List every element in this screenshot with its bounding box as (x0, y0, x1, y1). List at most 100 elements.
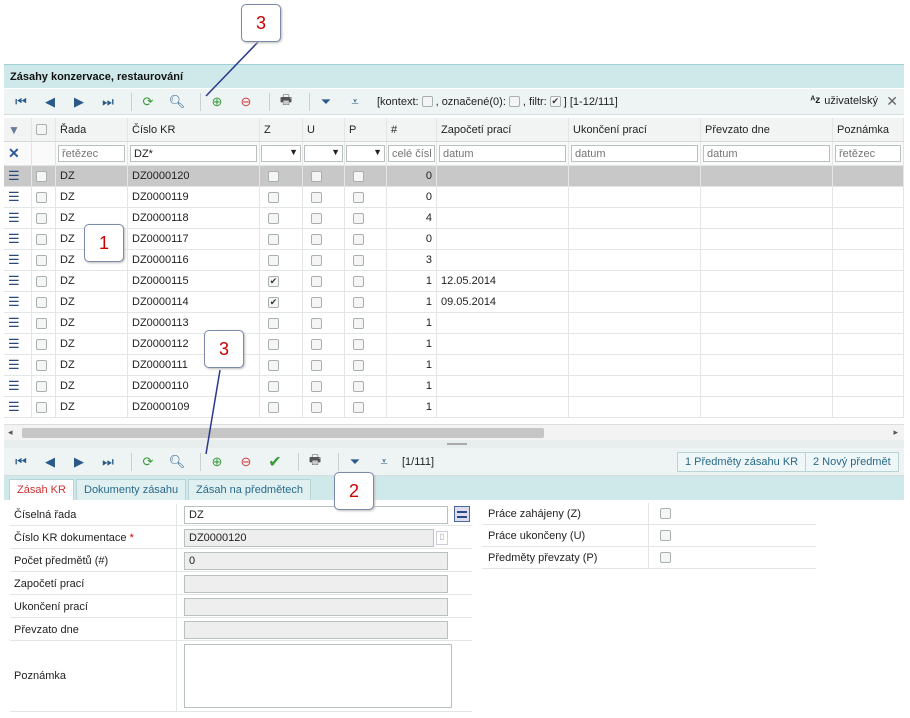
col-header-taken[interactable]: Převzato dne (701, 118, 833, 141)
filter-start-input[interactable] (439, 145, 566, 162)
last-record-icon[interactable]: ⏭ (97, 452, 119, 472)
ukonceni-field[interactable] (184, 598, 448, 616)
col-header-start[interactable]: Započetí prací (437, 118, 569, 141)
horizontal-scrollbar[interactable]: ◂ ▸ (4, 424, 904, 440)
col-header-note[interactable]: Poznámka (833, 118, 904, 141)
table-row[interactable]: ☰ DZ DZ0000112 1 (4, 334, 904, 355)
row-menu-icon[interactable]: ☰ (4, 334, 32, 354)
filter-taken-input[interactable] (703, 145, 830, 162)
first-record-icon[interactable]: ⏮ (10, 452, 32, 472)
delete-record-icon[interactable]: ⊖ (235, 92, 257, 112)
table-row[interactable]: ☰ DZ DZ0000113 1 (4, 313, 904, 334)
table-row[interactable]: ☰ DZ DZ0000116 3 (4, 250, 904, 271)
scroll-right-icon[interactable]: ▸ (893, 427, 898, 438)
row-select-checkbox[interactable] (36, 212, 47, 224)
prevzato-field[interactable] (184, 621, 448, 639)
row-menu-icon[interactable]: ☰ (4, 229, 32, 249)
table-row[interactable]: ☰ DZ DZ0000118 4 (4, 208, 904, 229)
table-row[interactable]: ☰ DZ DZ0000110 1 (4, 376, 904, 397)
select-all-checkbox[interactable] (36, 124, 47, 135)
row-select-checkbox[interactable] (36, 317, 47, 329)
filter-funnel-icon[interactable]: ▼ (4, 118, 32, 141)
new-item-button[interactable]: 2 Nový předmět (805, 452, 899, 472)
col-header-p[interactable]: P (345, 118, 387, 141)
table-row[interactable]: ☰ DZ DZ0000117 0 (4, 229, 904, 250)
pocet-field[interactable]: 0 (184, 552, 448, 570)
col-header-num[interactable]: # (387, 118, 437, 141)
row-select-checkbox[interactable] (36, 359, 47, 371)
row-menu-icon[interactable]: ☰ (4, 376, 32, 396)
cislo-kr-field[interactable]: DZ0000120 (184, 529, 434, 547)
table-row[interactable]: ☰ DZ DZ0000109 1 (4, 397, 904, 418)
zahajeny-checkbox[interactable] (660, 508, 671, 519)
marked-checkbox[interactable] (508, 96, 520, 107)
tools-icon[interactable]: ✕ (886, 93, 898, 110)
row-menu-icon[interactable]: ☰ (4, 313, 32, 333)
add-record-icon[interactable]: ⊕ (206, 92, 228, 112)
filter-z-select[interactable]: ▼ (261, 145, 301, 162)
user-sort[interactable]: ᴬz uživatelský (810, 95, 878, 107)
filter-clear-icon[interactable]: ⩡ (373, 452, 395, 472)
search-icon[interactable]: 🔍︎ (166, 452, 188, 472)
prev-record-icon[interactable]: ◀ (39, 452, 61, 472)
refresh-icon[interactable]: ⟳ (137, 452, 159, 472)
search-icon[interactable]: 🔍︎ (166, 92, 188, 112)
prev-record-icon[interactable]: ◀ (39, 92, 61, 112)
tab-dokumenty[interactable]: Dokumenty zásahu (76, 479, 187, 500)
list-picker-icon[interactable] (454, 506, 470, 522)
col-header-u[interactable]: U (303, 118, 345, 141)
filter-u-select[interactable]: ▼ (304, 145, 343, 162)
row-menu-icon[interactable]: ☰ (4, 292, 32, 312)
row-menu-icon[interactable]: ☰ (4, 355, 32, 375)
col-header-rada[interactable]: Řada (56, 118, 128, 141)
row-menu-icon[interactable]: ☰ (4, 397, 32, 417)
splitter[interactable] (4, 440, 904, 448)
filter-num-input[interactable] (388, 145, 435, 162)
table-row[interactable]: ☰ DZ DZ0000111 1 (4, 355, 904, 376)
print-icon[interactable]: 🖶 (275, 92, 297, 112)
print-icon[interactable]: 🖶 (304, 452, 326, 472)
document-icon[interactable]: ▯ (436, 531, 448, 545)
first-record-icon[interactable]: ⏮ (10, 92, 32, 112)
row-menu-icon[interactable]: ☰ (4, 250, 32, 270)
next-record-icon[interactable]: ▶ (68, 92, 90, 112)
poznamka-textarea[interactable] (184, 644, 452, 708)
scroll-left-icon[interactable]: ◂ (8, 427, 13, 438)
filter-p-select[interactable]: ▼ (346, 145, 385, 162)
row-select-checkbox[interactable] (36, 233, 47, 245)
row-menu-icon[interactable]: ☰ (4, 166, 32, 186)
save-check-icon[interactable]: ✔ (264, 452, 286, 472)
table-row[interactable]: ☰ DZ DZ0000119 0 (4, 187, 904, 208)
filter-note-input[interactable] (835, 145, 901, 162)
row-select-checkbox[interactable] (36, 338, 47, 350)
row-menu-icon[interactable]: ☰ (4, 187, 32, 207)
filter-end-input[interactable] (571, 145, 698, 162)
row-menu-icon[interactable]: ☰ (4, 271, 32, 291)
col-header-z[interactable]: Z (260, 118, 303, 141)
scrollbar-thumb[interactable] (22, 428, 544, 438)
delete-record-icon[interactable]: ⊖ (235, 452, 257, 472)
filter-icon[interactable]: ⏷ (344, 452, 366, 472)
filter-icon[interactable]: ⏷ (315, 92, 337, 112)
items-button[interactable]: 1 Předměty zásahu KR (677, 452, 807, 472)
add-record-icon[interactable]: ⊕ (206, 452, 228, 472)
table-row[interactable]: ☰ DZ DZ0000114 ✔ 1 09.05.2014 (4, 292, 904, 313)
row-menu-icon[interactable]: ☰ (4, 208, 32, 228)
row-select-checkbox[interactable] (36, 401, 47, 413)
last-record-icon[interactable]: ⏭ (97, 92, 119, 112)
table-row[interactable]: ☰ DZ DZ0000115 ✔ 1 12.05.2014 (4, 271, 904, 292)
filter-rada-input[interactable] (58, 145, 125, 162)
context-checkbox[interactable] (421, 96, 433, 107)
ciselna-rada-field[interactable]: DZ (184, 506, 448, 524)
splitter-grip[interactable] (447, 443, 467, 445)
filter-clear-icon[interactable]: ⩡ (344, 92, 366, 112)
ukonceny-checkbox[interactable] (660, 530, 671, 541)
refresh-icon[interactable]: ⟳ (137, 92, 159, 112)
tab-zasah-kr[interactable]: Zásah KR (9, 479, 74, 500)
row-select-checkbox[interactable] (36, 275, 47, 287)
tab-zasah-predmety[interactable]: Zásah na předmětech (188, 479, 312, 500)
zapoceti-field[interactable] (184, 575, 448, 593)
row-select-checkbox[interactable] (36, 170, 47, 182)
prevzaty-checkbox[interactable] (660, 552, 671, 563)
filter-checkbox[interactable]: ✔ (549, 96, 561, 107)
